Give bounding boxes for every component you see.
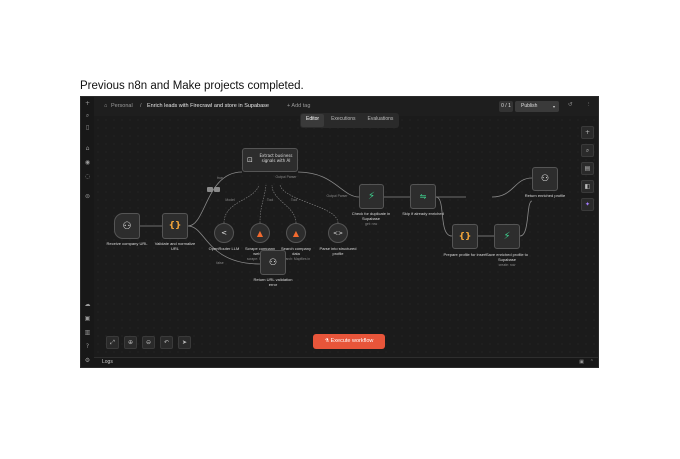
tab-executions[interactable]: Executions bbox=[326, 114, 360, 127]
fit-view-icon[interactable]: ⤢ bbox=[106, 336, 119, 349]
chat-icon[interactable]: ◌ bbox=[84, 173, 91, 180]
add-node-icon[interactable]: + bbox=[581, 126, 594, 139]
edge-plus-2 bbox=[214, 187, 220, 192]
firecrawl-icon: ▲ bbox=[256, 228, 264, 238]
if-branch-icon: ⇋ bbox=[419, 192, 427, 201]
workflow-title[interactable]: Enrich leads with Firecrawl and store in… bbox=[147, 103, 269, 109]
ai-assistant-icon[interactable]: ✦ bbox=[581, 198, 594, 211]
search-nodes-icon[interactable]: ⌕ bbox=[581, 144, 594, 157]
node-label: OpenRouter LLM bbox=[208, 246, 240, 251]
node-skip-if-enriched[interactable]: ⇋ bbox=[410, 184, 436, 209]
node-label: Supabase bbox=[497, 257, 517, 262]
node-prepare-profile-insert[interactable]: {} bbox=[452, 224, 478, 249]
node-search-company-data[interactable]: ▲ bbox=[286, 223, 306, 243]
chevron-down-icon: ▾ bbox=[552, 104, 555, 109]
edge-label-output-parser-2: Output Parser bbox=[326, 194, 348, 198]
projects-icon[interactable]: ⊜ bbox=[84, 193, 91, 200]
add-tag-link[interactable]: + Add tag bbox=[287, 103, 310, 109]
settings-icon[interactable]: ⚙ bbox=[84, 357, 91, 364]
logs-bar[interactable]: Logs ▣ ⌃ bbox=[94, 357, 598, 367]
ai-agent-icon: ⊡ bbox=[247, 156, 253, 164]
node-receive-company-url[interactable]: ⚇ bbox=[114, 213, 140, 239]
history-icon[interactable]: ↺ bbox=[568, 102, 573, 108]
supabase-icon: ⚡ bbox=[367, 191, 376, 202]
view-tabs: Editor Executions Evaluations bbox=[300, 113, 400, 128]
edge-plus-1 bbox=[207, 187, 213, 192]
help-icon[interactable]: ? bbox=[84, 343, 91, 350]
version-counter[interactable]: 0 / 1 bbox=[499, 101, 513, 112]
tab-editor[interactable]: Editor bbox=[301, 114, 325, 127]
node-subtitle: get: row bbox=[364, 222, 378, 226]
zoom-out-icon[interactable]: ⊖ bbox=[142, 336, 155, 349]
breadcrumb-separator: / bbox=[140, 103, 142, 109]
insights-icon[interactable]: ▥ bbox=[84, 329, 91, 336]
node-return-url-validation-error[interactable]: ⚇ bbox=[260, 250, 286, 275]
edge-label-tool-2: Tool bbox=[290, 198, 298, 202]
logs-label: Logs bbox=[102, 359, 113, 365]
flask-icon: ⚗ bbox=[324, 338, 330, 344]
supabase-icon: ⚡ bbox=[503, 231, 511, 242]
templates-icon[interactable]: ▣ bbox=[84, 315, 91, 322]
node-label: Prepare profile for insert bbox=[443, 252, 487, 257]
execute-workflow-button[interactable]: ⚗ Execute workflow bbox=[313, 334, 385, 349]
webhook-icon: ⚇ bbox=[540, 174, 550, 184]
node-subtitle: create: row bbox=[498, 263, 516, 267]
node-check-duplicate-supabase[interactable]: ⚡ bbox=[359, 184, 384, 209]
tab-evaluations[interactable]: Evaluations bbox=[363, 114, 399, 127]
webhook-icon: ⚇ bbox=[122, 220, 132, 232]
more-options-icon[interactable]: ⋮ bbox=[586, 102, 592, 108]
node-parse-structured-profile[interactable]: <> bbox=[328, 223, 348, 243]
node-validate-normalize-url[interactable]: {} bbox=[162, 213, 188, 239]
node-openrouter-llm[interactable]: < bbox=[214, 223, 234, 243]
home-icon[interactable]: ⌂ bbox=[84, 145, 91, 152]
workspace-icon: ⌂ bbox=[104, 103, 108, 109]
collapse-sidebar-icon[interactable]: ▯ bbox=[84, 124, 91, 131]
node-label: Supabase bbox=[361, 216, 381, 221]
edge-label-model: Model bbox=[225, 198, 235, 202]
webhook-icon: ⚇ bbox=[268, 257, 278, 268]
node-label: Skip if already enriched bbox=[402, 211, 444, 216]
node-label: Receive company URL bbox=[106, 241, 148, 246]
breadcrumb-workspace[interactable]: Personal bbox=[111, 103, 133, 109]
code-braces-icon: {} bbox=[458, 231, 472, 242]
node-label: signals with AI bbox=[261, 157, 291, 163]
sticky-note-icon[interactable]: ▤ bbox=[581, 162, 594, 175]
openrouter-icon: < bbox=[221, 229, 227, 237]
node-return-enriched-profile[interactable]: ⚇ bbox=[532, 167, 558, 191]
cloud-icon[interactable]: ☁ bbox=[84, 301, 91, 308]
node-save-enriched-profile[interactable]: ⚡ bbox=[494, 224, 520, 249]
node-label: error bbox=[268, 282, 278, 287]
node-label: data bbox=[292, 251, 300, 256]
publish-label: Publish bbox=[521, 103, 538, 109]
node-scrape-company-website[interactable]: ▲ bbox=[250, 223, 270, 243]
zoom-in-icon[interactable]: ⊕ bbox=[124, 336, 137, 349]
panel-icon[interactable]: ◧ bbox=[581, 180, 594, 193]
pointer-icon[interactable]: ➤ bbox=[178, 336, 191, 349]
edge-label-output-parser: Output Parser bbox=[275, 175, 297, 179]
edge-label-true: true bbox=[217, 176, 223, 180]
node-label: profile bbox=[332, 251, 344, 256]
code-icon: <> bbox=[332, 229, 344, 237]
code-braces-icon: {} bbox=[168, 221, 182, 231]
workflow-canvas[interactable]: true false Model Tool Tool Output Parser… bbox=[94, 116, 598, 358]
open-logs-icon[interactable]: ▣ bbox=[579, 359, 584, 365]
edge-label-false: false bbox=[216, 261, 224, 265]
node-extract-business-signals[interactable]: ⊡ Extract business signals with AI bbox=[242, 148, 298, 172]
user-icon[interactable]: ◉ bbox=[84, 159, 91, 166]
execute-workflow-label: Execute workflow bbox=[330, 338, 374, 344]
search-icon[interactable]: ⌕ bbox=[84, 112, 91, 119]
chevron-up-icon[interactable]: ⌃ bbox=[590, 359, 594, 365]
node-label: Return enriched profile bbox=[524, 193, 566, 198]
edge-label-tool: Tool bbox=[266, 198, 274, 202]
left-sidebar: + ⌕ ▯ ⌂ ◉ ◌ ⊜ ☁ ▣ ▥ ? ⚙ bbox=[81, 97, 95, 367]
undo-icon[interactable]: ↶ bbox=[160, 336, 173, 349]
n8n-editor-window: + ⌕ ▯ ⌂ ◉ ◌ ⊜ ☁ ▣ ▥ ? ⚙ ⌂ Personal / Enr… bbox=[80, 96, 599, 368]
add-icon[interactable]: + bbox=[84, 100, 91, 107]
caption: Previous n8n and Make projects completed… bbox=[80, 80, 304, 92]
node-label: URL bbox=[170, 246, 180, 251]
publish-button[interactable]: Publish ▾ bbox=[515, 101, 559, 112]
firecrawl-icon: ▲ bbox=[292, 228, 300, 238]
node-subtitle: search: Mapfiles in bbox=[281, 257, 311, 261]
